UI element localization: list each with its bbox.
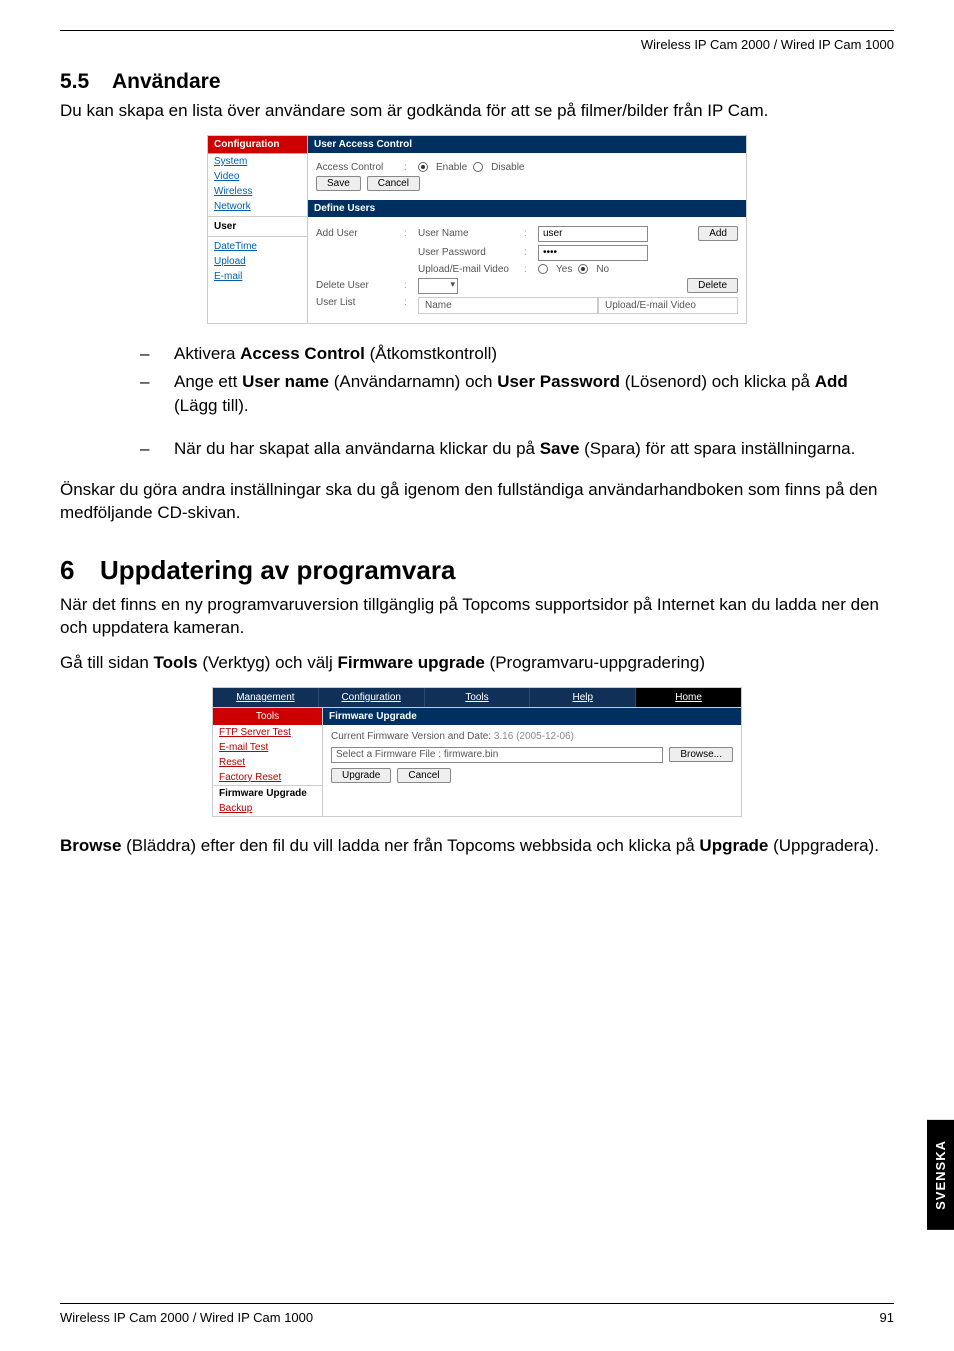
instruction-list: Aktivera Access Control (Åtkomstkontroll… [60,342,894,461]
sidebar-item-system[interactable]: System [208,154,307,169]
firmware-panel: Management Configuration Tools Help Home… [212,687,742,817]
tab-management[interactable]: Management [213,688,319,707]
sidebar-item-upload[interactable]: Upload [208,254,307,269]
firmware-panel-figure: Management Configuration Tools Help Home… [60,687,894,817]
sidebar-item-firmware-upgrade[interactable]: Firmware Upgrade [213,786,322,801]
cancel-button[interactable]: Cancel [367,176,420,191]
user-list-col-upload: Upload/E-mail Video [598,297,738,314]
sidebar-tab-configuration[interactable]: Configuration [208,136,307,154]
tab-tools[interactable]: Tools [425,688,531,707]
sidebar-item-backup[interactable]: Backup [213,801,322,816]
section-5-5-heading: 5.5Användare [60,70,894,94]
header-product: Wireless IP Cam 2000 / Wired IP Cam 1000 [60,37,894,52]
delete-user-select[interactable] [418,278,458,294]
user-password-label: User Password [418,247,518,258]
user-name-label: User Name [418,228,518,239]
user-access-control-header: User Access Control [308,136,746,153]
page-footer: Wireless IP Cam 2000 / Wired IP Cam 1000… [60,1303,894,1325]
upload-video-no-label: No [596,264,609,275]
section-5-5-number: 5.5 [60,70,112,94]
para-after-bullets: Önskar du göra andra inställningar ska d… [60,479,894,525]
tab-home[interactable]: Home [636,688,741,707]
instruction-item-3: När du har skapat alla användarna klicka… [140,437,894,461]
sidebar-item-ftp-test[interactable]: FTP Server Test [213,725,322,740]
sidebar-item-factory-reset[interactable]: Factory Reset [213,770,322,785]
firmware-sidebar: Tools FTP Server Test E-mail Test Reset … [213,708,323,816]
upload-email-video-label: Upload/E-mail Video [418,264,518,275]
section-5-5-intro: Du kan skapa en lista över användare som… [60,100,894,123]
firmware-main: Firmware Upgrade Current Firmware Versio… [323,708,741,816]
sidebar-item-network[interactable]: Network [208,199,307,214]
user-panel-sidebar: Configuration System Video Wireless Netw… [207,135,307,324]
upgrade-button[interactable]: Upgrade [331,768,391,783]
section-6-number: 6 [60,555,100,586]
upload-video-no-radio[interactable] [578,264,588,274]
sidebar-item-video[interactable]: Video [208,169,307,184]
browse-button[interactable]: Browse... [669,747,733,762]
sidebar-item-email-test[interactable]: E-mail Test [213,740,322,755]
user-name-input[interactable] [538,226,648,242]
define-users-header: Define Users [308,200,746,217]
user-panel-figure: Configuration System Video Wireless Netw… [60,135,894,324]
upload-video-yes-label: Yes [556,264,572,275]
section-6-p2: Gå till sidan Tools (Verktyg) och välj F… [60,652,894,675]
save-button[interactable]: Save [316,176,361,191]
user-panel: Configuration System Video Wireless Netw… [207,135,747,324]
footer-product: Wireless IP Cam 2000 / Wired IP Cam 1000 [60,1310,313,1325]
sidebar-item-email[interactable]: E-mail [208,269,307,284]
user-list-label: User List [316,297,398,308]
section-6-heading: 6Uppdatering av programvara [60,555,894,586]
tab-help[interactable]: Help [530,688,636,707]
access-control-disable-radio[interactable] [473,162,483,172]
firmware-cancel-button[interactable]: Cancel [397,768,450,783]
header-rule [60,30,894,31]
user-password-input[interactable] [538,245,648,261]
user-panel-main: User Access Control Access Control : Ena… [307,135,747,324]
upload-video-yes-radio[interactable] [538,264,548,274]
add-button[interactable]: Add [698,226,738,241]
tab-configuration[interactable]: Configuration [319,688,425,707]
sidebar-item-wireless[interactable]: Wireless [208,184,307,199]
instruction-item-1: Aktivera Access Control (Åtkomstkontroll… [140,342,894,366]
user-list-table: Name Upload/E-mail Video [418,297,738,314]
delete-button[interactable]: Delete [687,278,738,293]
firmware-sidebar-active[interactable]: Tools [213,708,322,725]
add-user-label: Add User [316,228,398,239]
access-control-disable-label: Disable [491,162,524,173]
instruction-item-2: Ange ett User name (Användarnamn) och Us… [140,370,894,418]
section-6-p1: När det finns en ny programvaruversion t… [60,594,894,640]
access-control-enable-radio[interactable] [418,162,428,172]
sidebar-item-datetime[interactable]: DateTime [208,239,307,254]
sidebar-item-reset[interactable]: Reset [213,755,322,770]
access-control-label: Access Control [316,162,398,173]
user-list-col-name: Name [418,297,598,314]
firmware-file-input[interactable]: Select a Firmware File : firmware.bin [331,747,663,763]
closing-para: Browse (Bläddra) efter den fil du vill l… [60,835,894,858]
firmware-upgrade-header: Firmware Upgrade [323,708,741,725]
footer-page-number: 91 [880,1310,894,1325]
section-5-5-title: Användare [112,70,221,93]
access-control-enable-label: Enable [436,162,467,173]
sidebar-item-user[interactable]: User [208,219,307,234]
firmware-top-tabs: Management Configuration Tools Help Home [213,688,741,708]
language-tab: SVENSKA [927,1120,954,1230]
section-6-title: Uppdatering av programvara [100,555,455,585]
delete-user-label: Delete User [316,280,398,291]
firmware-version-line: Current Firmware Version and Date: 3.16 … [331,731,733,742]
